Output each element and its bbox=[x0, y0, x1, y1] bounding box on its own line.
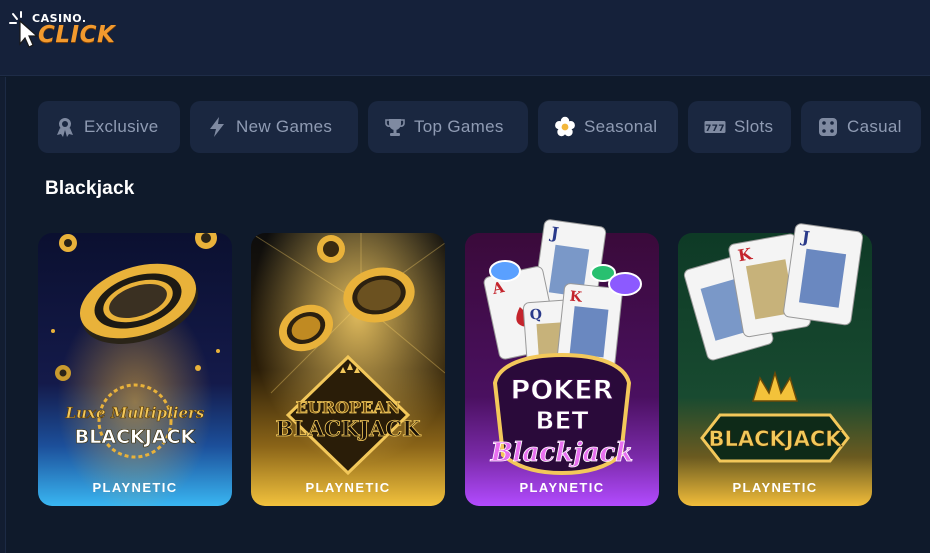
chip-seasonal[interactable]: Seasonal bbox=[538, 101, 678, 153]
provider-label: PLAYNETIC bbox=[519, 480, 605, 495]
chip-label: Exclusive bbox=[84, 117, 159, 136]
game-title-line2: BET bbox=[535, 406, 588, 435]
game-card-blackjack[interactable]: K J BLACKJACK PLAYNETIC bbox=[678, 223, 872, 506]
logo-big-text: CLICK bbox=[38, 22, 116, 48]
left-rail bbox=[0, 77, 6, 553]
card-background: Luxe Multipliers BLACKJACK bbox=[38, 233, 232, 506]
provider-label: PLAYNETIC bbox=[732, 480, 818, 495]
chip-label: Slots bbox=[734, 117, 774, 136]
chip-slots[interactable]: 777 Slots bbox=[688, 101, 791, 153]
award-ribbon-icon bbox=[57, 118, 73, 137]
top-header: CASINO. CLICK bbox=[0, 0, 930, 76]
provider-label: PLAYNETIC bbox=[92, 480, 178, 495]
game-card-luxe-multipliers[interactable]: Luxe Multipliers BLACKJACK PLAYNETIC bbox=[38, 233, 232, 506]
card-art: J A Q K POKER BET Blackjack bbox=[483, 219, 642, 476]
game-title-line1: Luxe Multipliers bbox=[65, 404, 205, 422]
trophy-icon bbox=[385, 119, 405, 136]
card-art: EUROPEAN BLACKJACK bbox=[251, 233, 445, 506]
chip-label: Seasonal bbox=[584, 117, 658, 136]
chip-casual[interactable]: Casual bbox=[801, 101, 921, 153]
chip-new-games[interactable]: New Games bbox=[190, 101, 358, 153]
card-background: EUROPEAN BLACKJACK bbox=[251, 233, 445, 506]
svg-text:777: 777 bbox=[705, 124, 725, 134]
dice-icon bbox=[819, 118, 837, 136]
game-card-poker-bet-blackjack[interactable]: J A Q K POKER BET Blackjack PLAYNETIC bbox=[465, 219, 659, 506]
game-card-european-blackjack[interactable]: EUROPEAN BLACKJACK PLAYNETIC bbox=[251, 233, 445, 506]
casino-click-logo[interactable]: CASINO. CLICK bbox=[8, 8, 138, 52]
chip-label: Casual bbox=[847, 117, 902, 136]
chip-label: New Games bbox=[236, 117, 333, 136]
card-art: Luxe Multipliers BLACKJACK bbox=[38, 233, 232, 506]
game-title-line1: POKER bbox=[511, 375, 614, 406]
chip-label: Top Games bbox=[414, 117, 504, 136]
section-title: Blackjack bbox=[45, 178, 135, 199]
chip-exclusive[interactable]: Exclusive bbox=[38, 101, 180, 153]
lightning-icon bbox=[210, 117, 224, 137]
category-chips: Exclusive New Games Top Games Seasonal 7… bbox=[38, 101, 930, 153]
slot-777-icon: 777 bbox=[704, 121, 726, 134]
game-title-line1: EUROPEAN bbox=[296, 398, 401, 417]
svg-text:Q: Q bbox=[529, 307, 542, 324]
game-title-line2: BLACKJACK bbox=[276, 416, 422, 441]
card-art: K J BLACKJACK bbox=[683, 223, 864, 463]
provider-label: PLAYNETIC bbox=[305, 480, 391, 495]
flower-icon bbox=[555, 116, 575, 137]
chip-top-games[interactable]: Top Games bbox=[368, 101, 528, 153]
game-title-line3: Blackjack bbox=[490, 438, 634, 468]
game-title-line2: BLACKJACK bbox=[75, 426, 197, 448]
game-title-line1: BLACKJACK bbox=[708, 427, 842, 451]
